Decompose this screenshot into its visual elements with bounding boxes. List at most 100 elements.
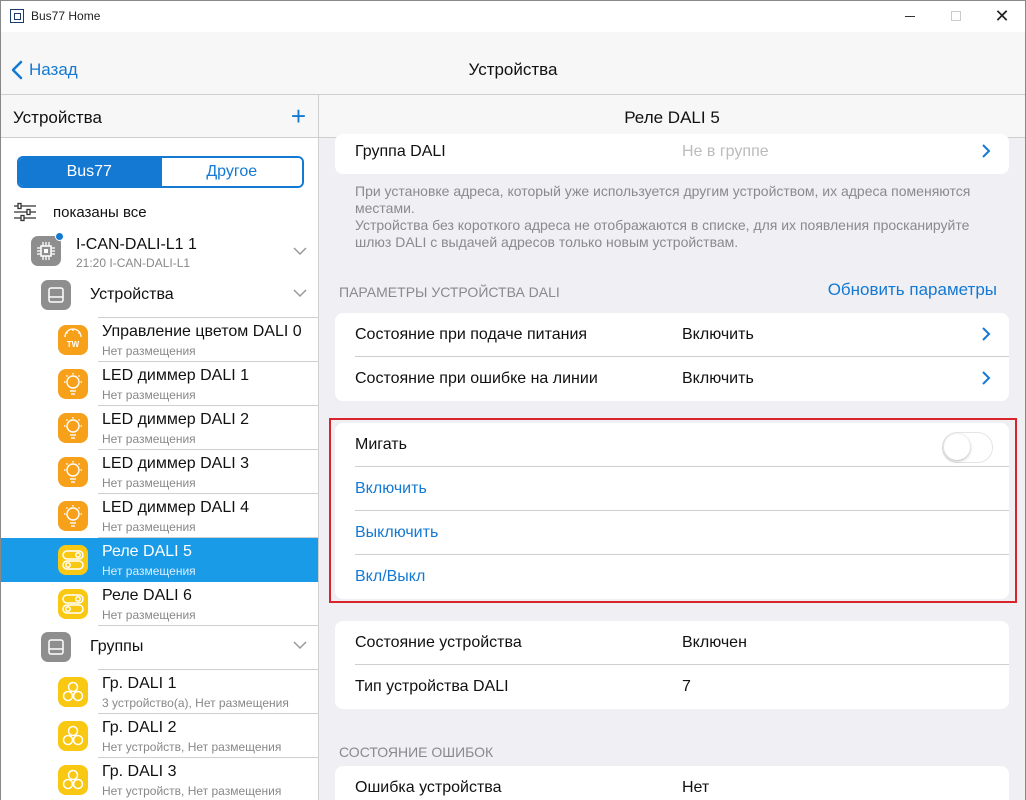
group-name: Гр. DALI 1: [102, 675, 177, 692]
group-dali-cell[interactable]: Группа DALI Не в группе: [335, 134, 1009, 174]
params-section-header: ПАРАМЕТРЫ УСТРОЙСТВА DALI: [339, 284, 560, 300]
device-item[interactable]: Реле DALI 6 Нет размещения: [1, 582, 318, 626]
line-error-state-cell[interactable]: Состояние при ошибке на линии Включить: [335, 357, 1009, 401]
maximize-button[interactable]: [933, 1, 979, 31]
group-card: Группа DALI Не в группе: [335, 134, 1009, 174]
blink-toggle[interactable]: [942, 432, 993, 463]
device-state-cell: Состояние устройства Включен: [335, 621, 1009, 665]
power-on-value: Включить: [682, 326, 754, 343]
relay-icon: [58, 589, 88, 619]
toggle-cell[interactable]: Вкл/Выкл: [335, 555, 1009, 599]
device-item[interactable]: LED диммер DALI 2 Нет размещения: [1, 406, 318, 450]
device-item[interactable]: LED диммер DALI 3 Нет размещения: [1, 450, 318, 494]
device-name: LED диммер DALI 3: [102, 455, 249, 472]
device-error-cell: Ошибка устройства Нет: [335, 766, 1009, 800]
devices-folder[interactable]: Устройства: [1, 274, 318, 318]
gateway-item[interactable]: I-CAN-DALI-L1 1 21:20 I-CAN-DALI-L1: [1, 232, 318, 274]
device-item-selected[interactable]: Реле DALI 5 Нет размещения: [1, 538, 318, 582]
device-type-label: Тип устройства DALI: [355, 678, 509, 695]
note-line-2: Устройства без короткого адреса не отобр…: [355, 217, 970, 250]
group-icon: [58, 721, 88, 751]
chevron-down-icon[interactable]: [293, 640, 307, 650]
device-name: LED диммер DALI 4: [102, 499, 249, 516]
color-temperature-icon: TW: [58, 325, 88, 355]
filter-button[interactable]: показаны все: [13, 201, 147, 223]
actions-card: Мигать Включить Выключить Вкл/Выкл: [335, 423, 1009, 599]
line-error-value: Включить: [682, 370, 754, 387]
device-type-cell: Тип устройства DALI 7: [335, 665, 1009, 709]
group-sub: Нет устройств, Нет размещения: [102, 740, 282, 754]
bulb-icon: [58, 501, 88, 531]
detail-title: Реле DALI 5: [319, 94, 1025, 138]
filter-sliders-icon: [14, 202, 36, 222]
svg-text:TW: TW: [67, 340, 80, 349]
window-title: Bus77 Home: [31, 9, 101, 23]
device-location: Нет размещения: [102, 344, 196, 358]
toggle-on-off-button[interactable]: Вкл/Выкл: [355, 568, 425, 586]
device-item[interactable]: LED диммер DALI 4 Нет размещения: [1, 494, 318, 538]
gateway-sub: 21:20 I-CAN-DALI-L1: [76, 256, 191, 270]
nav-title: Устройства: [468, 60, 558, 79]
group-name: Гр. DALI 2: [102, 719, 177, 736]
close-button[interactable]: ✕: [979, 1, 1025, 31]
device-name: LED диммер DALI 1: [102, 367, 249, 384]
filter-label: показаны все: [53, 203, 147, 221]
bulb-icon: [58, 413, 88, 443]
group-item[interactable]: Гр. DALI 3 Нет устройств, Нет размещения: [1, 758, 318, 800]
device-item[interactable]: TW Управление цветом DALI 0 Нет размещен…: [1, 318, 318, 362]
device-location: Нет размещения: [102, 388, 196, 402]
power-on-state-cell[interactable]: Состояние при подаче питания Включить: [335, 313, 1009, 357]
device-error-label: Ошибка устройства: [355, 779, 502, 796]
folder-icon: [41, 632, 71, 662]
segment-other[interactable]: Другое: [159, 158, 302, 186]
add-device-button[interactable]: +: [291, 103, 306, 129]
turn-off-cell[interactable]: Выключить: [335, 511, 1009, 555]
device-location: Нет размещения: [102, 476, 196, 490]
device-name: LED диммер DALI 2: [102, 411, 249, 428]
group-dali-label: Группа DALI: [355, 143, 446, 160]
groups-folder[interactable]: Группы: [1, 626, 318, 670]
device-location: Нет размещения: [102, 520, 196, 534]
bulb-icon: [58, 369, 88, 399]
group-item[interactable]: Гр. DALI 2 Нет устройств, Нет размещения: [1, 714, 318, 758]
folder-icon: [41, 280, 71, 310]
bulb-icon: [58, 457, 88, 487]
group-item[interactable]: Гр. DALI 1 3 устройство(а), Нет размещен…: [1, 670, 318, 714]
turn-on-button[interactable]: Включить: [355, 480, 427, 498]
device-name: Реле DALI 6: [102, 587, 192, 604]
device-state-value: Включен: [682, 634, 747, 651]
device-tree: I-CAN-DALI-L1 1 21:20 I-CAN-DALI-L1 Устр…: [1, 232, 318, 800]
device-location: Нет размещения: [102, 432, 196, 446]
segment-bus77[interactable]: Bus77: [19, 158, 160, 186]
power-on-label: Состояние при подаче питания: [355, 326, 588, 343]
group-sub: 3 устройство(а), Нет размещения: [102, 696, 289, 710]
group-icon: [58, 677, 88, 707]
minimize-button[interactable]: [887, 1, 933, 31]
blink-cell: Мигать: [335, 423, 1009, 467]
device-item[interactable]: LED диммер DALI 1 Нет размещения: [1, 362, 318, 406]
info-card: Состояние устройства Включен Тип устройс…: [335, 621, 1009, 709]
turn-off-button[interactable]: Выключить: [355, 524, 438, 542]
minimize-icon: [905, 15, 915, 17]
devices-folder-label: Устройства: [90, 286, 174, 303]
toggle-knob: [944, 434, 970, 460]
gateway-name: I-CAN-DALI-L1 1: [76, 236, 197, 253]
device-state-label: Состояние устройства: [355, 634, 522, 651]
chevron-down-icon[interactable]: [293, 246, 307, 256]
group-icon: [58, 765, 88, 795]
device-name: Реле DALI 5: [102, 543, 192, 560]
group-name: Гр. DALI 3: [102, 763, 177, 780]
blink-label: Мигать: [355, 436, 407, 453]
device-name: Управление цветом DALI 0: [102, 323, 302, 340]
device-location: Нет размещения: [102, 608, 196, 622]
turn-on-cell[interactable]: Включить: [335, 467, 1009, 511]
sidebar-title: Устройства: [13, 108, 102, 127]
maximize-icon: [951, 11, 961, 21]
sidebar-header: Устройства +: [1, 94, 318, 138]
chevron-down-icon[interactable]: [293, 288, 307, 298]
params-card: Состояние при подаче питания Включить Со…: [335, 313, 1009, 401]
refresh-params-link[interactable]: Обновить параметры: [828, 280, 997, 300]
errors-card: Ошибка устройства Нет: [335, 766, 1009, 800]
chevron-right-icon: [982, 144, 991, 158]
source-segmented-control: Bus77 Другое: [17, 156, 304, 188]
